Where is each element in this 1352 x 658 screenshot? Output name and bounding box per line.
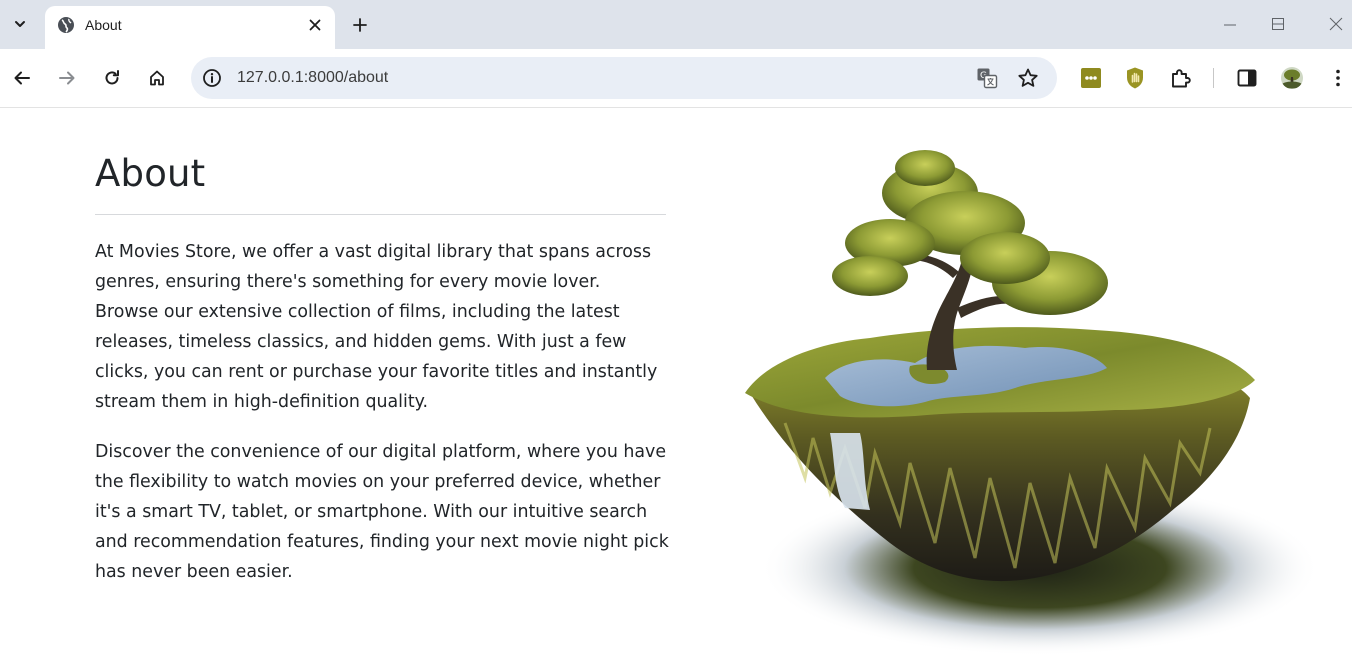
maximize-button[interactable] [1264,10,1292,38]
forward-button[interactable] [52,63,82,93]
back-arrow-icon [14,71,30,85]
tab-strip: About [0,0,1352,49]
minimize-icon [1224,24,1236,26]
profile-avatar-icon[interactable] [1280,66,1304,90]
globe-icon [58,17,74,33]
home-button[interactable] [142,63,172,93]
info-icon[interactable] [202,68,222,88]
minimize-button-alt[interactable] [1216,10,1244,38]
heading-divider [95,214,666,215]
url-text[interactable]: 127.0.0.1:8000/about [237,69,388,87]
puzzle-icon[interactable] [1169,66,1193,90]
extension-dots-icon[interactable] [1079,66,1103,90]
page-title: About [95,152,206,195]
floating-island-illustration [745,150,1315,656]
browser-toolbar: 127.0.0.1:8000/about G [0,49,1352,108]
reload-icon [105,70,119,85]
new-tab-button[interactable] [346,11,374,39]
tab-about[interactable]: About [45,6,335,49]
address-bar[interactable]: 127.0.0.1:8000/about G [191,57,1057,99]
reload-button[interactable] [97,63,127,93]
star-icon[interactable] [1017,67,1039,89]
close-icon [309,19,321,31]
extension-hand-icon[interactable] [1123,66,1147,90]
tab-search-button[interactable] [5,8,35,40]
home-icon [150,70,164,86]
intro-paragraph: At Movies Store, we offer a vast digital… [95,242,658,412]
toolbar-separator [1213,68,1214,88]
maximize-icon [1272,18,1284,30]
page-content: About At Movies Store, we offer a vast d… [0,108,1352,657]
chevron-down-icon [15,21,25,27]
forward-arrow-icon [59,71,75,85]
tab-close-button[interactable] [305,15,325,35]
tab-title: About [85,17,122,33]
window-close-button[interactable] [1322,10,1350,38]
back-button[interactable] [7,63,37,93]
sidepanel-icon[interactable] [1235,66,1259,90]
translate-icon[interactable]: G [976,67,998,89]
platform-paragraph: Discover the convenience of our digital … [95,442,669,582]
window-close-icon [1329,17,1343,31]
plus-icon [353,18,367,32]
kebab-menu-icon[interactable] [1326,66,1350,90]
